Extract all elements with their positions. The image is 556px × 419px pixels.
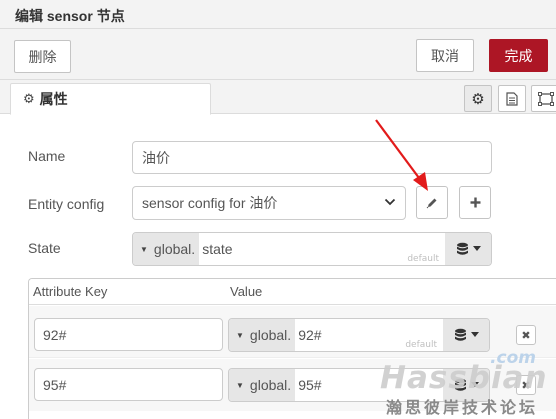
- tab-properties[interactable]: ⚙ 属性: [10, 83, 211, 115]
- state-label: State: [28, 240, 61, 256]
- attribute-key-input[interactable]: 95#: [34, 368, 223, 401]
- add-config-button[interactable]: [459, 186, 491, 219]
- close-icon: ✖: [521, 329, 531, 342]
- plus-icon: [470, 197, 480, 208]
- attribute-value-header: Value: [230, 284, 263, 299]
- caret-down-icon: [472, 246, 481, 251]
- attribute-value-typed-input[interactable]: ▼ global. 92# default: [228, 318, 490, 352]
- edit-config-button[interactable]: [416, 186, 448, 219]
- attribute-key-value: 92#: [43, 326, 67, 343]
- chevron-down-icon: [384, 198, 396, 206]
- dialog-title: 编辑 sensor 节点: [15, 8, 125, 24]
- attribute-type-label: global.: [249, 327, 292, 343]
- database-icon: [454, 328, 466, 341]
- tabs-row: ⚙ 属性 ⚙: [0, 80, 556, 115]
- state-type-label: global.: [153, 241, 196, 257]
- attribute-table-header: Attribute Key Value: [29, 279, 556, 305]
- pencil-icon: [426, 198, 437, 208]
- attribute-key-value: 95#: [43, 376, 67, 393]
- database-icon: [456, 242, 468, 255]
- caret-down-icon: ▼: [236, 330, 244, 340]
- remove-row-button[interactable]: ✖: [516, 325, 536, 345]
- tab-appearance[interactable]: [531, 85, 556, 112]
- gear-icon: ⚙: [471, 90, 485, 108]
- entity-config-label: Entity config: [28, 196, 105, 212]
- tab-settings[interactable]: ⚙: [464, 85, 492, 112]
- tab-properties-label: 属性: [39, 91, 68, 107]
- attribute-context-select[interactable]: [443, 319, 489, 351]
- dialog-toolbar: 删除 取消 完成: [0, 29, 556, 80]
- caret-down-icon: ▼: [236, 380, 244, 390]
- attribute-value: 95#: [298, 377, 322, 393]
- default-hint: default: [407, 254, 439, 264]
- gear-icon: ⚙: [23, 91, 35, 106]
- caret-down-icon: ▼: [140, 244, 148, 254]
- document-icon: [506, 91, 518, 106]
- entity-config-select[interactable]: sensor config for 油价: [132, 186, 406, 220]
- state-type-select[interactable]: ▼ global.: [133, 233, 200, 265]
- done-button[interactable]: 完成: [489, 39, 548, 72]
- caret-down-icon: [470, 332, 479, 337]
- watermark-subtitle: 瀚思彼岸技术论坛: [386, 398, 539, 417]
- delete-button[interactable]: 删除: [14, 40, 71, 73]
- tab-description[interactable]: [498, 85, 526, 112]
- state-typed-input[interactable]: ▼ global. state default: [132, 232, 492, 266]
- attribute-key-input[interactable]: 92#: [34, 318, 223, 351]
- state-value-input[interactable]: state default: [199, 233, 445, 265]
- attribute-type-select[interactable]: ▼ global.: [229, 319, 296, 351]
- dialog-title-bar: 编辑 sensor 节点: [0, 0, 556, 29]
- state-value: state: [202, 241, 233, 257]
- image-icon: [538, 91, 554, 106]
- name-input-value: 油价: [142, 149, 170, 166]
- name-input[interactable]: 油价: [132, 141, 492, 174]
- watermark: .com Hassbian 瀚思彼岸技术论坛: [378, 348, 556, 419]
- attribute-type-label: global.: [249, 377, 292, 393]
- cancel-button[interactable]: 取消: [416, 39, 474, 72]
- attribute-value: 92#: [298, 327, 322, 343]
- state-context-select[interactable]: [445, 233, 491, 265]
- watermark-brand: Hassbian: [380, 360, 548, 396]
- entity-config-value: sensor config for 油价: [142, 195, 278, 211]
- attribute-key-header: Attribute Key: [33, 284, 108, 299]
- name-label: Name: [28, 148, 66, 164]
- attribute-value-input[interactable]: 92# default: [295, 319, 443, 351]
- attribute-type-select[interactable]: ▼ global.: [229, 369, 296, 401]
